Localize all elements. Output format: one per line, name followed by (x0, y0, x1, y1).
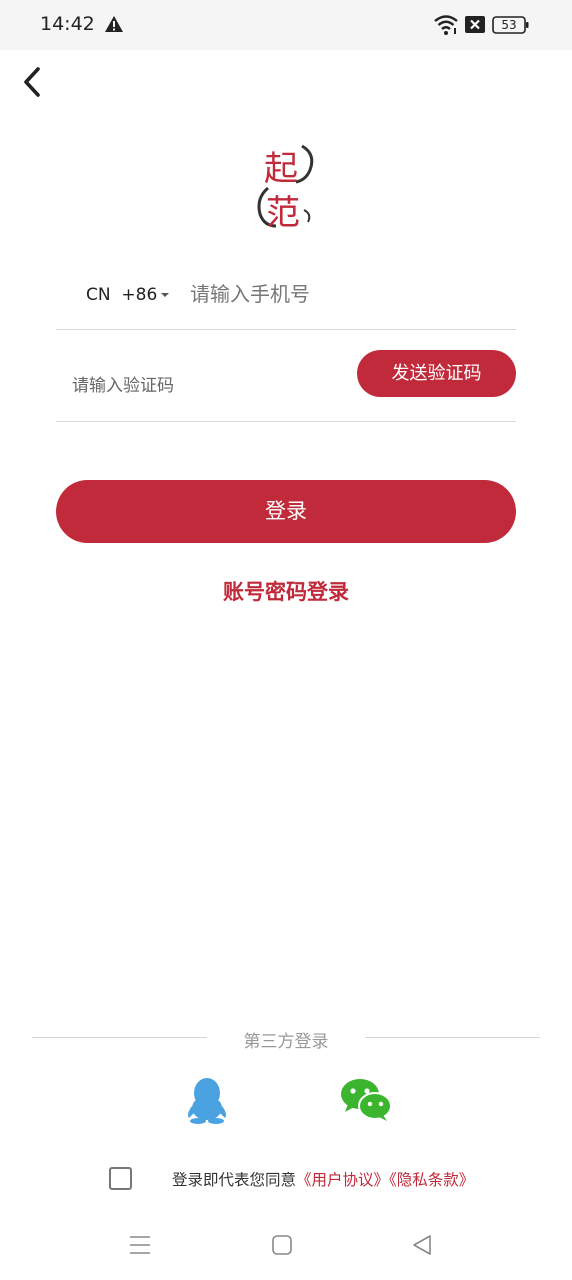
back-triangle-icon[interactable] (410, 1233, 434, 1257)
country-code-label: CN +86 (86, 285, 158, 305)
country-code-select[interactable]: CN +86 (86, 282, 170, 308)
third-party-divider-right (365, 1037, 540, 1038)
menu-icon[interactable] (128, 1233, 152, 1257)
code-input[interactable] (72, 370, 342, 402)
logo-char-qi: 起 (264, 149, 298, 189)
caret-down-icon (161, 293, 170, 297)
chevron-left-icon[interactable] (18, 64, 48, 100)
qq-icon[interactable] (184, 1076, 230, 1124)
logo-char-fan: 范 (266, 193, 300, 232)
phone-input[interactable] (190, 276, 510, 312)
third-party-divider-left (32, 1037, 207, 1038)
wifi-icon (434, 15, 458, 35)
privacy-policy-link[interactable]: 《隐私条款》 (389, 1171, 474, 1189)
status-time: 14:42 (40, 13, 95, 35)
send-code-button[interactable]: 发送验证码 (357, 350, 516, 397)
password-login-link[interactable]: 账号密码登录 (0, 576, 572, 606)
no-sim-icon (465, 16, 485, 33)
app-logo: 起 范 (257, 144, 314, 232)
agreement-prefix: 登录即代表您同意 (172, 1171, 297, 1189)
login-button[interactable]: 登录 (56, 480, 516, 543)
battery-level: 53 (501, 18, 517, 32)
agreement-text: 登录即代表您同意《用户协议》《隐私条款》 (172, 1168, 474, 1190)
warning-icon (105, 16, 123, 32)
agree-checkbox[interactable] (109, 1167, 132, 1190)
code-divider (56, 421, 516, 422)
wechat-icon[interactable] (340, 1078, 392, 1122)
home-icon[interactable] (270, 1233, 294, 1257)
user-agreement-link[interactable]: 《用户协议》 (296, 1171, 389, 1189)
third-party-title: 第三方登录 (243, 1032, 329, 1052)
status-bar: 14:42 53 (0, 0, 572, 50)
phone-divider (56, 329, 516, 330)
